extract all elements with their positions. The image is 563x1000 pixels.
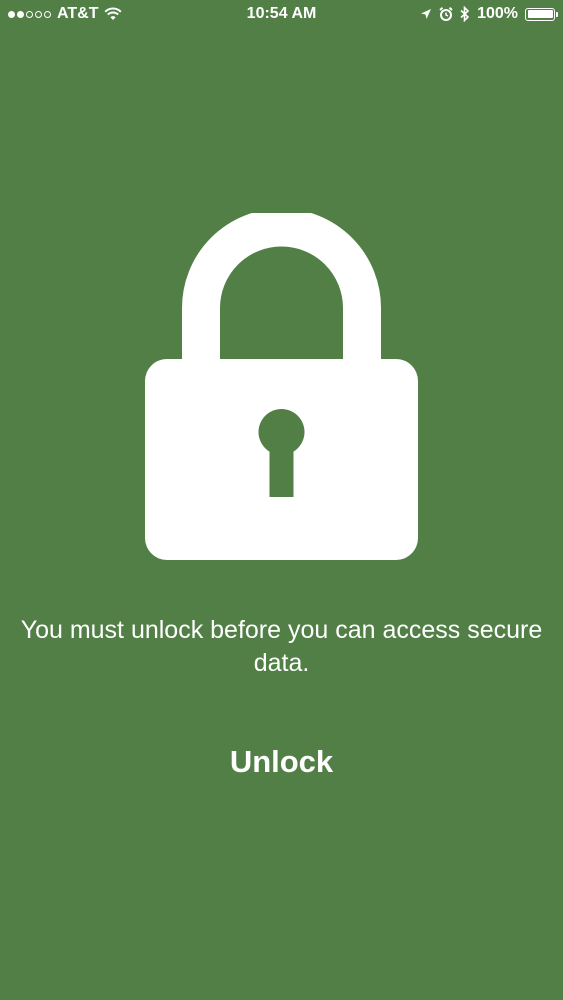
unlock-message: You must unlock before you can access se… xyxy=(20,616,543,677)
status-bar: AT&T 10:54 AM 100% xyxy=(0,0,563,30)
padlock-icon xyxy=(145,213,418,560)
battery-percent: 100% xyxy=(477,5,518,22)
location-arrow-icon xyxy=(421,9,432,19)
alarm-icon xyxy=(439,7,453,21)
battery-icon xyxy=(525,7,558,21)
status-right: 100% xyxy=(420,5,558,23)
unlock-button[interactable]: Unlock xyxy=(180,738,383,786)
battery-level xyxy=(527,10,553,18)
padlock-shackle xyxy=(182,213,381,368)
bluetooth-icon xyxy=(460,6,470,22)
keyhole-slot xyxy=(269,443,294,497)
